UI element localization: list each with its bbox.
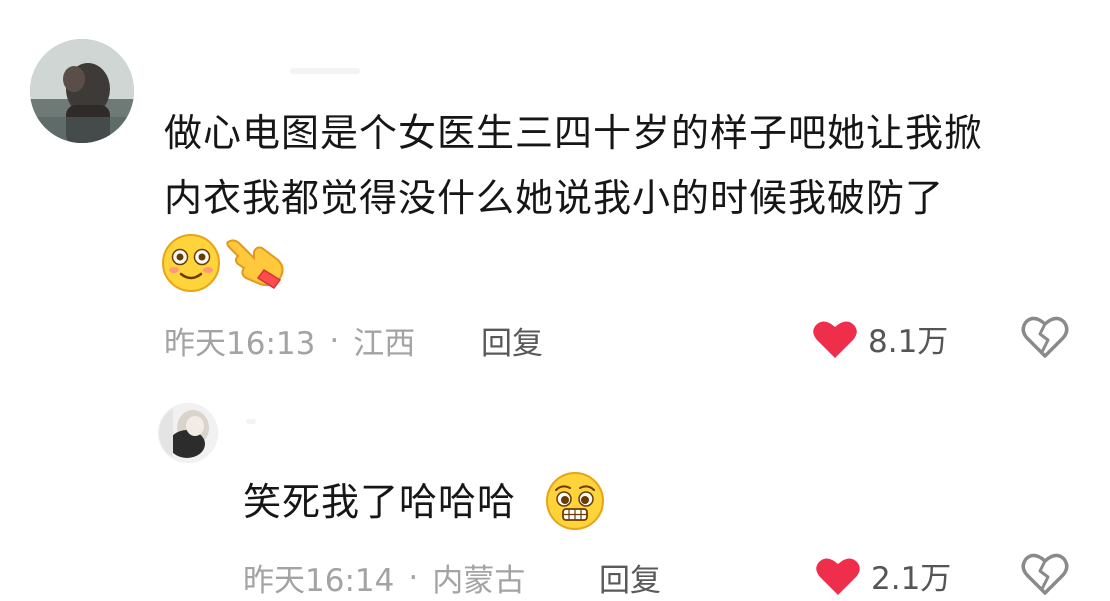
broken-heart-icon <box>1021 553 1069 595</box>
pleading-face-icon <box>544 470 606 532</box>
reply-location: 内蒙古 <box>432 563 526 599</box>
comment-location: 江西 <box>353 326 416 362</box>
avatar-photo-icon <box>30 39 134 143</box>
avatar[interactable] <box>158 403 218 463</box>
reply-text: 笑死我了哈哈哈 <box>243 480 517 524</box>
avatar-photo-icon <box>159 404 217 462</box>
separator-dot: · <box>329 322 340 359</box>
comment-text-line-2: 内衣我都觉得没什么她说我小的时候我破防了 <box>164 176 945 220</box>
heart-icon <box>816 557 860 595</box>
comment-meta: 昨天16:13 · 江西 <box>164 318 415 363</box>
comment-time: 昨天16:13 <box>164 326 316 362</box>
pointing-hand-icon <box>224 234 288 290</box>
dislike-button[interactable] <box>1020 551 1070 597</box>
like-button[interactable]: 8.1万 <box>812 316 948 361</box>
username-placeholder <box>246 419 256 424</box>
like-count: 8.1万 <box>868 324 949 360</box>
reply-button[interactable]: 回复 <box>481 318 543 363</box>
reply-button[interactable]: 回复 <box>599 555 661 600</box>
avatar[interactable] <box>30 39 134 143</box>
reply-meta: 昨天16:14 · 内蒙古 <box>243 555 525 600</box>
reply-time: 昨天16:14 <box>243 563 395 599</box>
broken-heart-icon <box>1021 316 1069 358</box>
heart-icon <box>813 320 857 358</box>
like-count: 2.1万 <box>871 561 952 597</box>
comment-text-line-1: 做心电图是个女医生三四十岁的样子吧她让我掀 <box>164 111 984 155</box>
username-placeholder <box>290 68 360 74</box>
comment-thread: 做心电图是个女医生三四十岁的样子吧她让我掀 内衣我都觉得没什么她说我小的时候我破… <box>0 0 1110 601</box>
like-button[interactable]: 2.1万 <box>815 553 951 598</box>
separator-dot: · <box>408 559 419 596</box>
flushed-smile-icon <box>160 232 222 294</box>
dislike-button[interactable] <box>1020 314 1070 360</box>
